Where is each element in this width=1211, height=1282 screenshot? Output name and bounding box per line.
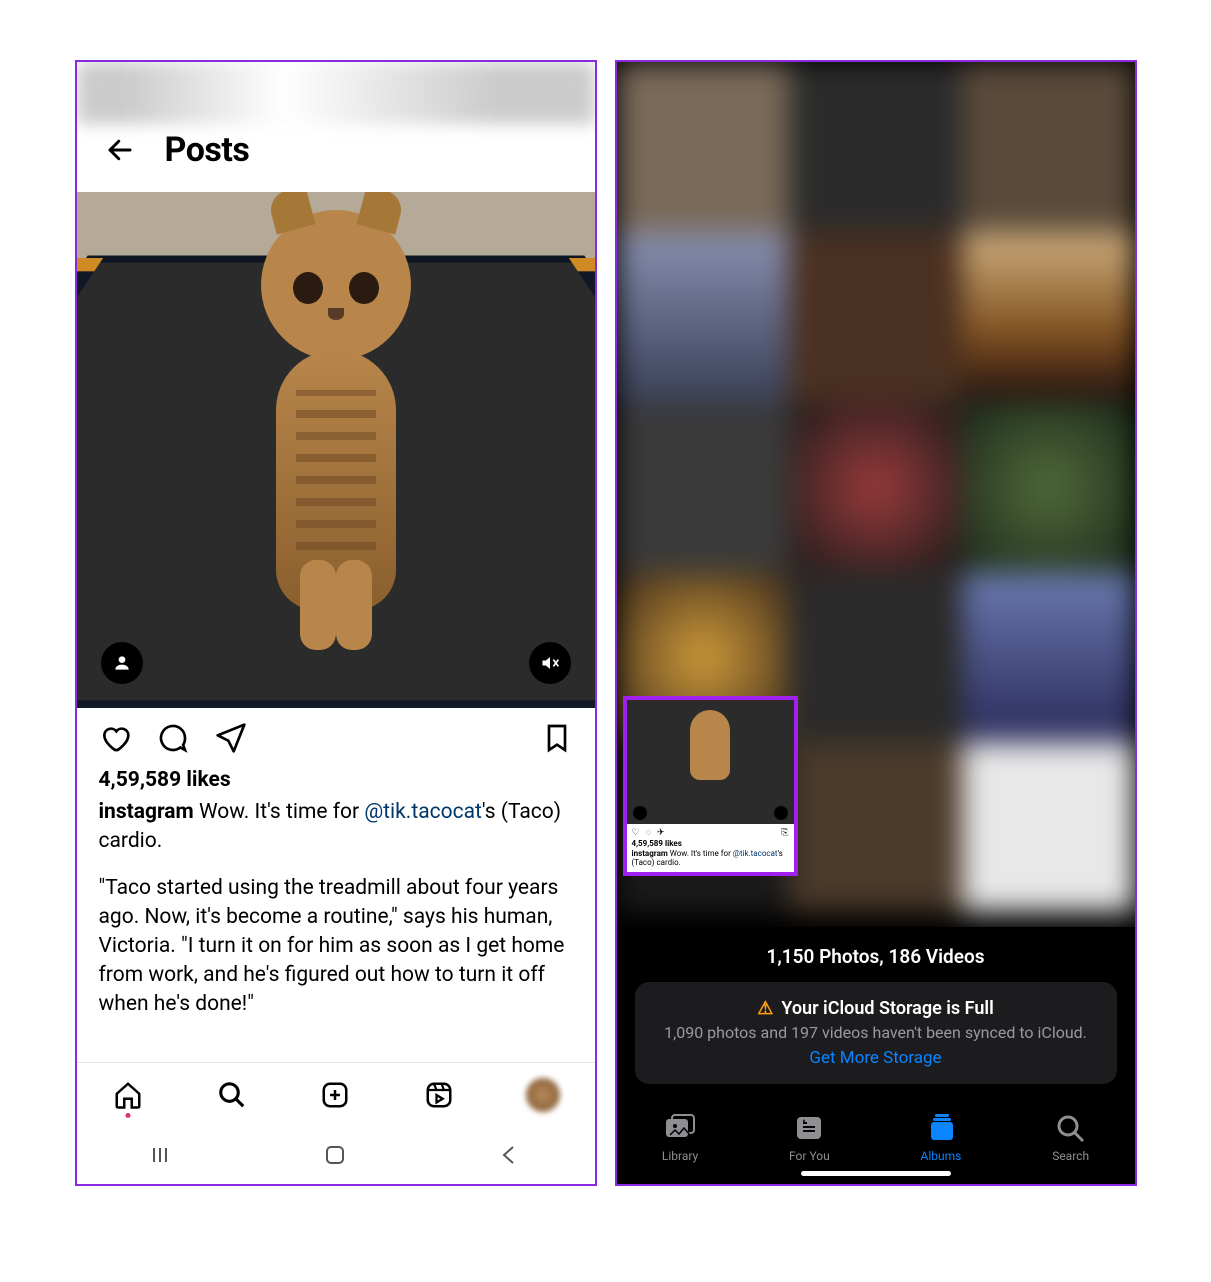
tagged-people-button[interactable] xyxy=(101,642,143,684)
nav-home-badge xyxy=(126,1113,131,1118)
caption-body: "Taco started using the treadmill about … xyxy=(99,874,573,1019)
search-tab-icon xyxy=(1055,1113,1087,1143)
photo-count: 1,150 Photos, 186 Videos xyxy=(617,927,1135,982)
sys-home[interactable] xyxy=(324,1144,346,1166)
icloud-storage-banner: ⚠︎ Your iCloud Storage is Full 1,090 phot… xyxy=(635,982,1117,1084)
status-bar xyxy=(77,62,595,124)
library-icon xyxy=(664,1113,696,1143)
home-indicator[interactable] xyxy=(801,1171,951,1176)
mute-button[interactable] xyxy=(529,642,571,684)
post-caption: instagram Wow. It's time for @tik.tacoca… xyxy=(77,798,595,1037)
thumb-caption: ♡◌✈⎘ 4,59,589 likes instagram Wow. It's … xyxy=(627,824,794,872)
person-tag-icon xyxy=(112,653,132,673)
albums-icon xyxy=(925,1113,957,1143)
page-title: Posts xyxy=(165,130,250,170)
caption-mention[interactable]: @tik.tacocat xyxy=(364,800,482,824)
reels-icon xyxy=(424,1080,454,1110)
warning-icon: ⚠︎ xyxy=(757,998,773,1019)
tab-foryou-label: For You xyxy=(789,1149,830,1163)
caption-lead: Wow. It's time for xyxy=(194,800,365,824)
tab-search[interactable]: Search xyxy=(1052,1113,1089,1163)
tab-albums-label: Albums xyxy=(921,1149,962,1163)
tab-foryou[interactable]: For You xyxy=(789,1113,830,1163)
posts-header: Posts xyxy=(77,124,595,192)
bookmark-icon xyxy=(541,722,573,754)
post-video[interactable] xyxy=(77,192,595,708)
android-nav-bar xyxy=(77,1126,595,1184)
foryou-icon xyxy=(793,1113,825,1143)
photo-grid[interactable]: ♡◌✈⎘ 4,59,589 likes instagram Wow. It's … xyxy=(617,62,1135,927)
post-actions xyxy=(77,708,595,764)
back-arrow-icon xyxy=(105,135,135,165)
cat-graphic xyxy=(241,210,431,630)
instagram-screen: Posts 4,59,589 likes instag xyxy=(75,60,597,1186)
nav-new-post[interactable] xyxy=(318,1078,352,1112)
back-button[interactable] xyxy=(103,133,137,167)
nav-search[interactable] xyxy=(215,1078,249,1112)
tab-search-label: Search xyxy=(1052,1149,1089,1163)
nav-reels[interactable] xyxy=(422,1078,456,1112)
sys-back[interactable] xyxy=(497,1144,519,1166)
highlighted-screenshot-thumb[interactable]: ♡◌✈⎘ 4,59,589 likes instagram Wow. It's … xyxy=(623,696,798,876)
comment-button[interactable] xyxy=(157,722,189,758)
nav-profile[interactable] xyxy=(526,1078,560,1112)
home-icon xyxy=(113,1080,143,1110)
speaker-muted-icon xyxy=(540,653,560,673)
tab-library-label: Library xyxy=(662,1149,698,1163)
paper-plane-icon xyxy=(215,722,247,754)
sys-recents[interactable] xyxy=(152,1144,174,1166)
tab-albums[interactable]: Albums xyxy=(921,1113,962,1163)
photos-screen: ♡◌✈⎘ 4,59,589 likes instagram Wow. It's … xyxy=(615,60,1137,1186)
get-more-storage-link[interactable]: Get More Storage xyxy=(653,1048,1099,1068)
banner-title: Your iCloud Storage is Full xyxy=(781,998,993,1019)
caption-username[interactable]: instagram xyxy=(99,800,194,824)
comment-icon xyxy=(157,722,189,754)
save-button[interactable] xyxy=(541,722,573,758)
heart-icon xyxy=(99,722,131,754)
instagram-nav xyxy=(77,1062,595,1126)
tab-library[interactable]: Library xyxy=(662,1113,698,1163)
like-button[interactable] xyxy=(99,722,131,758)
thumb-likes: 4,59,589 likes xyxy=(632,839,789,849)
share-button[interactable] xyxy=(215,722,247,758)
likes-count[interactable]: 4,59,589 likes xyxy=(77,764,595,798)
profile-avatar-icon xyxy=(526,1078,560,1112)
thumb-preview xyxy=(627,700,794,824)
new-post-icon xyxy=(320,1080,350,1110)
nav-home[interactable] xyxy=(111,1078,145,1112)
banner-body: 1,090 photos and 197 videos haven't been… xyxy=(653,1023,1099,1042)
search-icon xyxy=(217,1080,247,1110)
